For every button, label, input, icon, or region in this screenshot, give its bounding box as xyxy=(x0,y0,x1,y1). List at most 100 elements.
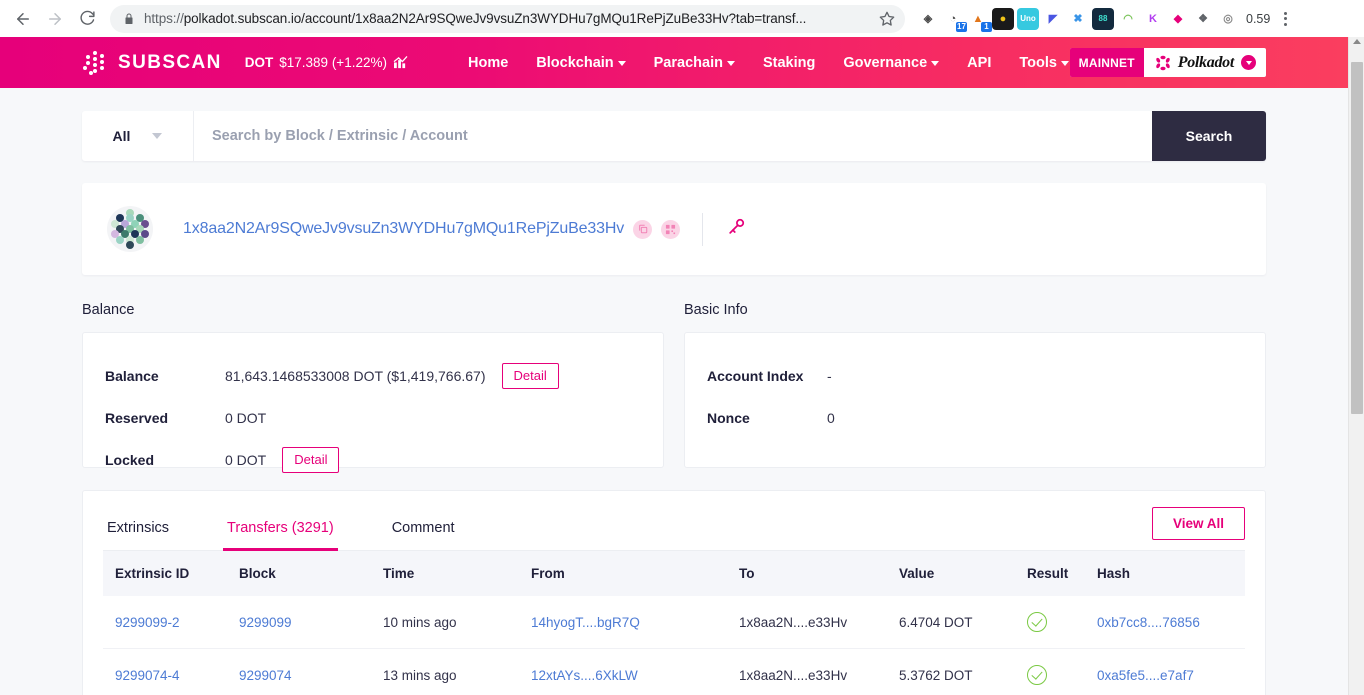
search-filter-select[interactable]: All xyxy=(82,111,194,161)
view-all-button[interactable]: View All xyxy=(1151,507,1245,540)
public-key-icon[interactable] xyxy=(727,217,746,241)
nav-item-parachain[interactable]: Parachain xyxy=(654,55,735,71)
subwallet-extension[interactable]: ◤ xyxy=(1042,7,1064,30)
detail-button[interactable]: Detail xyxy=(282,446,340,474)
detail-button[interactable]: Detail xyxy=(501,362,559,390)
copy-icon[interactable] xyxy=(633,219,653,239)
keplr-extension[interactable]: ● xyxy=(992,7,1014,30)
info-row-key: Balance xyxy=(105,368,159,384)
info-row-key: Reserved xyxy=(105,410,169,426)
lock-icon xyxy=(125,13,133,24)
nav-item-staking[interactable]: Staking xyxy=(763,55,815,71)
tab-bar: Extrinsics Transfers (3291) Comment View Al… xyxy=(103,491,1245,551)
profile-label[interactable]: 0.59 xyxy=(1246,12,1270,26)
enkrypt-extension[interactable]: ◆ xyxy=(1167,7,1189,30)
qr-code-icon[interactable] xyxy=(661,219,681,239)
browser-toolbar: https://polkadot.subscan.io/account/1x8a… xyxy=(0,0,1364,37)
nav-item-home[interactable]: Home xyxy=(468,55,508,71)
balance-column: Balance Balance 81,643.1468533008 DOT ($1… xyxy=(82,302,664,474)
basic-info-panel: Account Index - Nonce 0 xyxy=(684,332,1266,468)
cell-result xyxy=(1027,648,1097,695)
scrollbar-thumb[interactable] xyxy=(1351,62,1363,414)
page-scrollbar[interactable] xyxy=(1348,37,1364,695)
info-panels: Balance Balance 81,643.1468533008 DOT ($1… xyxy=(82,302,1266,474)
chevron-down-icon xyxy=(617,61,626,66)
nav-item-governance[interactable]: Governance xyxy=(843,54,940,71)
kebab-menu-icon[interactable] xyxy=(1276,11,1294,26)
cell-hash[interactable]: 0xa5fe5....e7af7 xyxy=(1097,648,1245,695)
site-header: SUBSCAN DOT $17.389 (+1.22%) Home Blockch… xyxy=(0,37,1348,88)
search-button[interactable]: Search xyxy=(1152,111,1266,161)
balance-panel: Balance 81,643.1468533008 DOT ($1,419,766… xyxy=(82,332,664,474)
nav-item-label: Home xyxy=(467,54,509,71)
cell-block[interactable]: 9299099 xyxy=(239,596,383,649)
info-row-value: 0 DOT xyxy=(225,410,267,426)
column-header-hash: Hash xyxy=(1097,566,1131,581)
cell-from[interactable]: 14hyogT....bgR7Q xyxy=(531,596,739,649)
chevron-down-icon xyxy=(152,133,163,139)
brave-shield-extension[interactable]: ◈ xyxy=(917,7,939,30)
success-check-icon xyxy=(1027,665,1047,685)
uno-password-extension[interactable]: Uno xyxy=(1017,7,1039,30)
forward-arrow-icon xyxy=(49,12,61,25)
logo-dot xyxy=(93,62,97,67)
cell-extrinsic-id[interactable]: 9299074-4 xyxy=(103,648,239,695)
talisman-extension[interactable]: ✖ xyxy=(1067,7,1089,30)
chevron-down-icon xyxy=(1060,61,1069,66)
column-header-to: To xyxy=(739,566,755,581)
column-header-extrinsic-id: Extrinsic ID xyxy=(115,566,190,581)
logo-dot xyxy=(100,53,104,58)
back-button[interactable] xyxy=(8,4,38,34)
tab-extrinsics[interactable]: Extrinsics xyxy=(103,520,173,550)
table-row: 9299074-4 9299074 13 mins ago 12xtAYs....6X… xyxy=(103,648,1245,695)
chevron-down-icon[interactable] xyxy=(1241,55,1256,70)
forward-button[interactable] xyxy=(40,4,70,34)
cell-hash[interactable]: 0xb7cc8....76856 xyxy=(1097,596,1245,649)
nav-item-label: Blockchain xyxy=(536,54,614,71)
tab-comment[interactable]: Comment xyxy=(388,520,459,550)
cell-to: 1x8aa2N....e33Hv xyxy=(739,596,899,649)
column-header-from: From xyxy=(531,566,565,581)
table-row: 9299099-2 9299099 10 mins ago 14hyogT....bg… xyxy=(103,596,1245,649)
account-card: 1x8aa2N2Ar9SQweJv9vsuZn3WYDHu7gMQu1RePjZ… xyxy=(82,183,1266,275)
subscan-logo-icon xyxy=(82,50,108,76)
logo-dot xyxy=(93,68,97,73)
metamask-extension[interactable]: ▲ 1 xyxy=(967,7,992,32)
bookmark-star-icon[interactable] xyxy=(879,11,895,27)
puzzle-extensions-icon[interactable]: ❖ xyxy=(1192,7,1214,30)
column-header-block: Block xyxy=(239,566,276,581)
network-selector[interactable]: MAINNET Polkadot xyxy=(1069,48,1266,77)
cell-block[interactable]: 9299074 xyxy=(239,648,383,695)
screenshot-extension[interactable]: ◎ xyxy=(1217,7,1239,30)
nav-item-tools[interactable]: Tools xyxy=(1019,55,1069,71)
account-address[interactable]: 1x8aa2N2Ar9SQweJv9vsuZn3WYDHu7gMQu1RePjZ… xyxy=(183,220,624,238)
token-symbol: DOT xyxy=(244,55,274,70)
token-price-widget[interactable]: DOT $17.389 (+1.22%) xyxy=(245,55,408,70)
basic-info-column: Basic Info Account Index - Nonce 0 xyxy=(684,302,1266,468)
cell-result xyxy=(1027,596,1097,649)
reload-button[interactable] xyxy=(72,4,102,34)
search-input[interactable] xyxy=(194,111,1152,161)
brand-logo[interactable]: SUBSCAN xyxy=(82,50,222,76)
kodadot-extension[interactable]: K xyxy=(1142,7,1164,30)
identicon-dot xyxy=(116,236,124,244)
leaf-extension[interactable]: ◠ xyxy=(1117,7,1139,30)
info-row-value: - xyxy=(827,368,832,384)
ghost-tracker-extension[interactable]: ◔ 17 xyxy=(942,7,967,32)
cell-from[interactable]: 12xtAYs....6XkLW xyxy=(531,648,739,695)
url-scheme: https:// xyxy=(144,11,184,26)
page-content: All Search 1x8aa2N2Ar9SQweJv9vsuZn3WYDHu… xyxy=(0,111,1348,695)
extension-badge: 17 xyxy=(956,21,967,32)
nav-item-api[interactable]: API xyxy=(967,55,991,71)
extension-tray: ◈ ◔ 17 ▲ 1 ● Uno ◤ ✖ 88 ◠ K ◆ ❖ ◎ xyxy=(913,7,1239,32)
address-bar[interactable]: https://polkadot.subscan.io/account/1x8a… xyxy=(110,4,905,33)
nightly-wallet-extension[interactable]: 88 xyxy=(1092,7,1114,30)
basic-info-panel-title: Basic Info xyxy=(684,302,748,318)
nav-item-blockchain[interactable]: Blockchain xyxy=(536,54,626,71)
cell-extrinsic-id[interactable]: 9299099-2 xyxy=(103,596,239,649)
scroll-up-arrow-icon[interactable] xyxy=(1353,39,1361,44)
chevron-down-icon xyxy=(931,61,940,66)
info-row-value: 81,643.1468533008 DOT ($1,419,766.67) xyxy=(225,368,486,384)
nav-item-label: Governance xyxy=(843,54,928,71)
tab-transfers[interactable]: Transfers (3291) xyxy=(223,520,338,551)
